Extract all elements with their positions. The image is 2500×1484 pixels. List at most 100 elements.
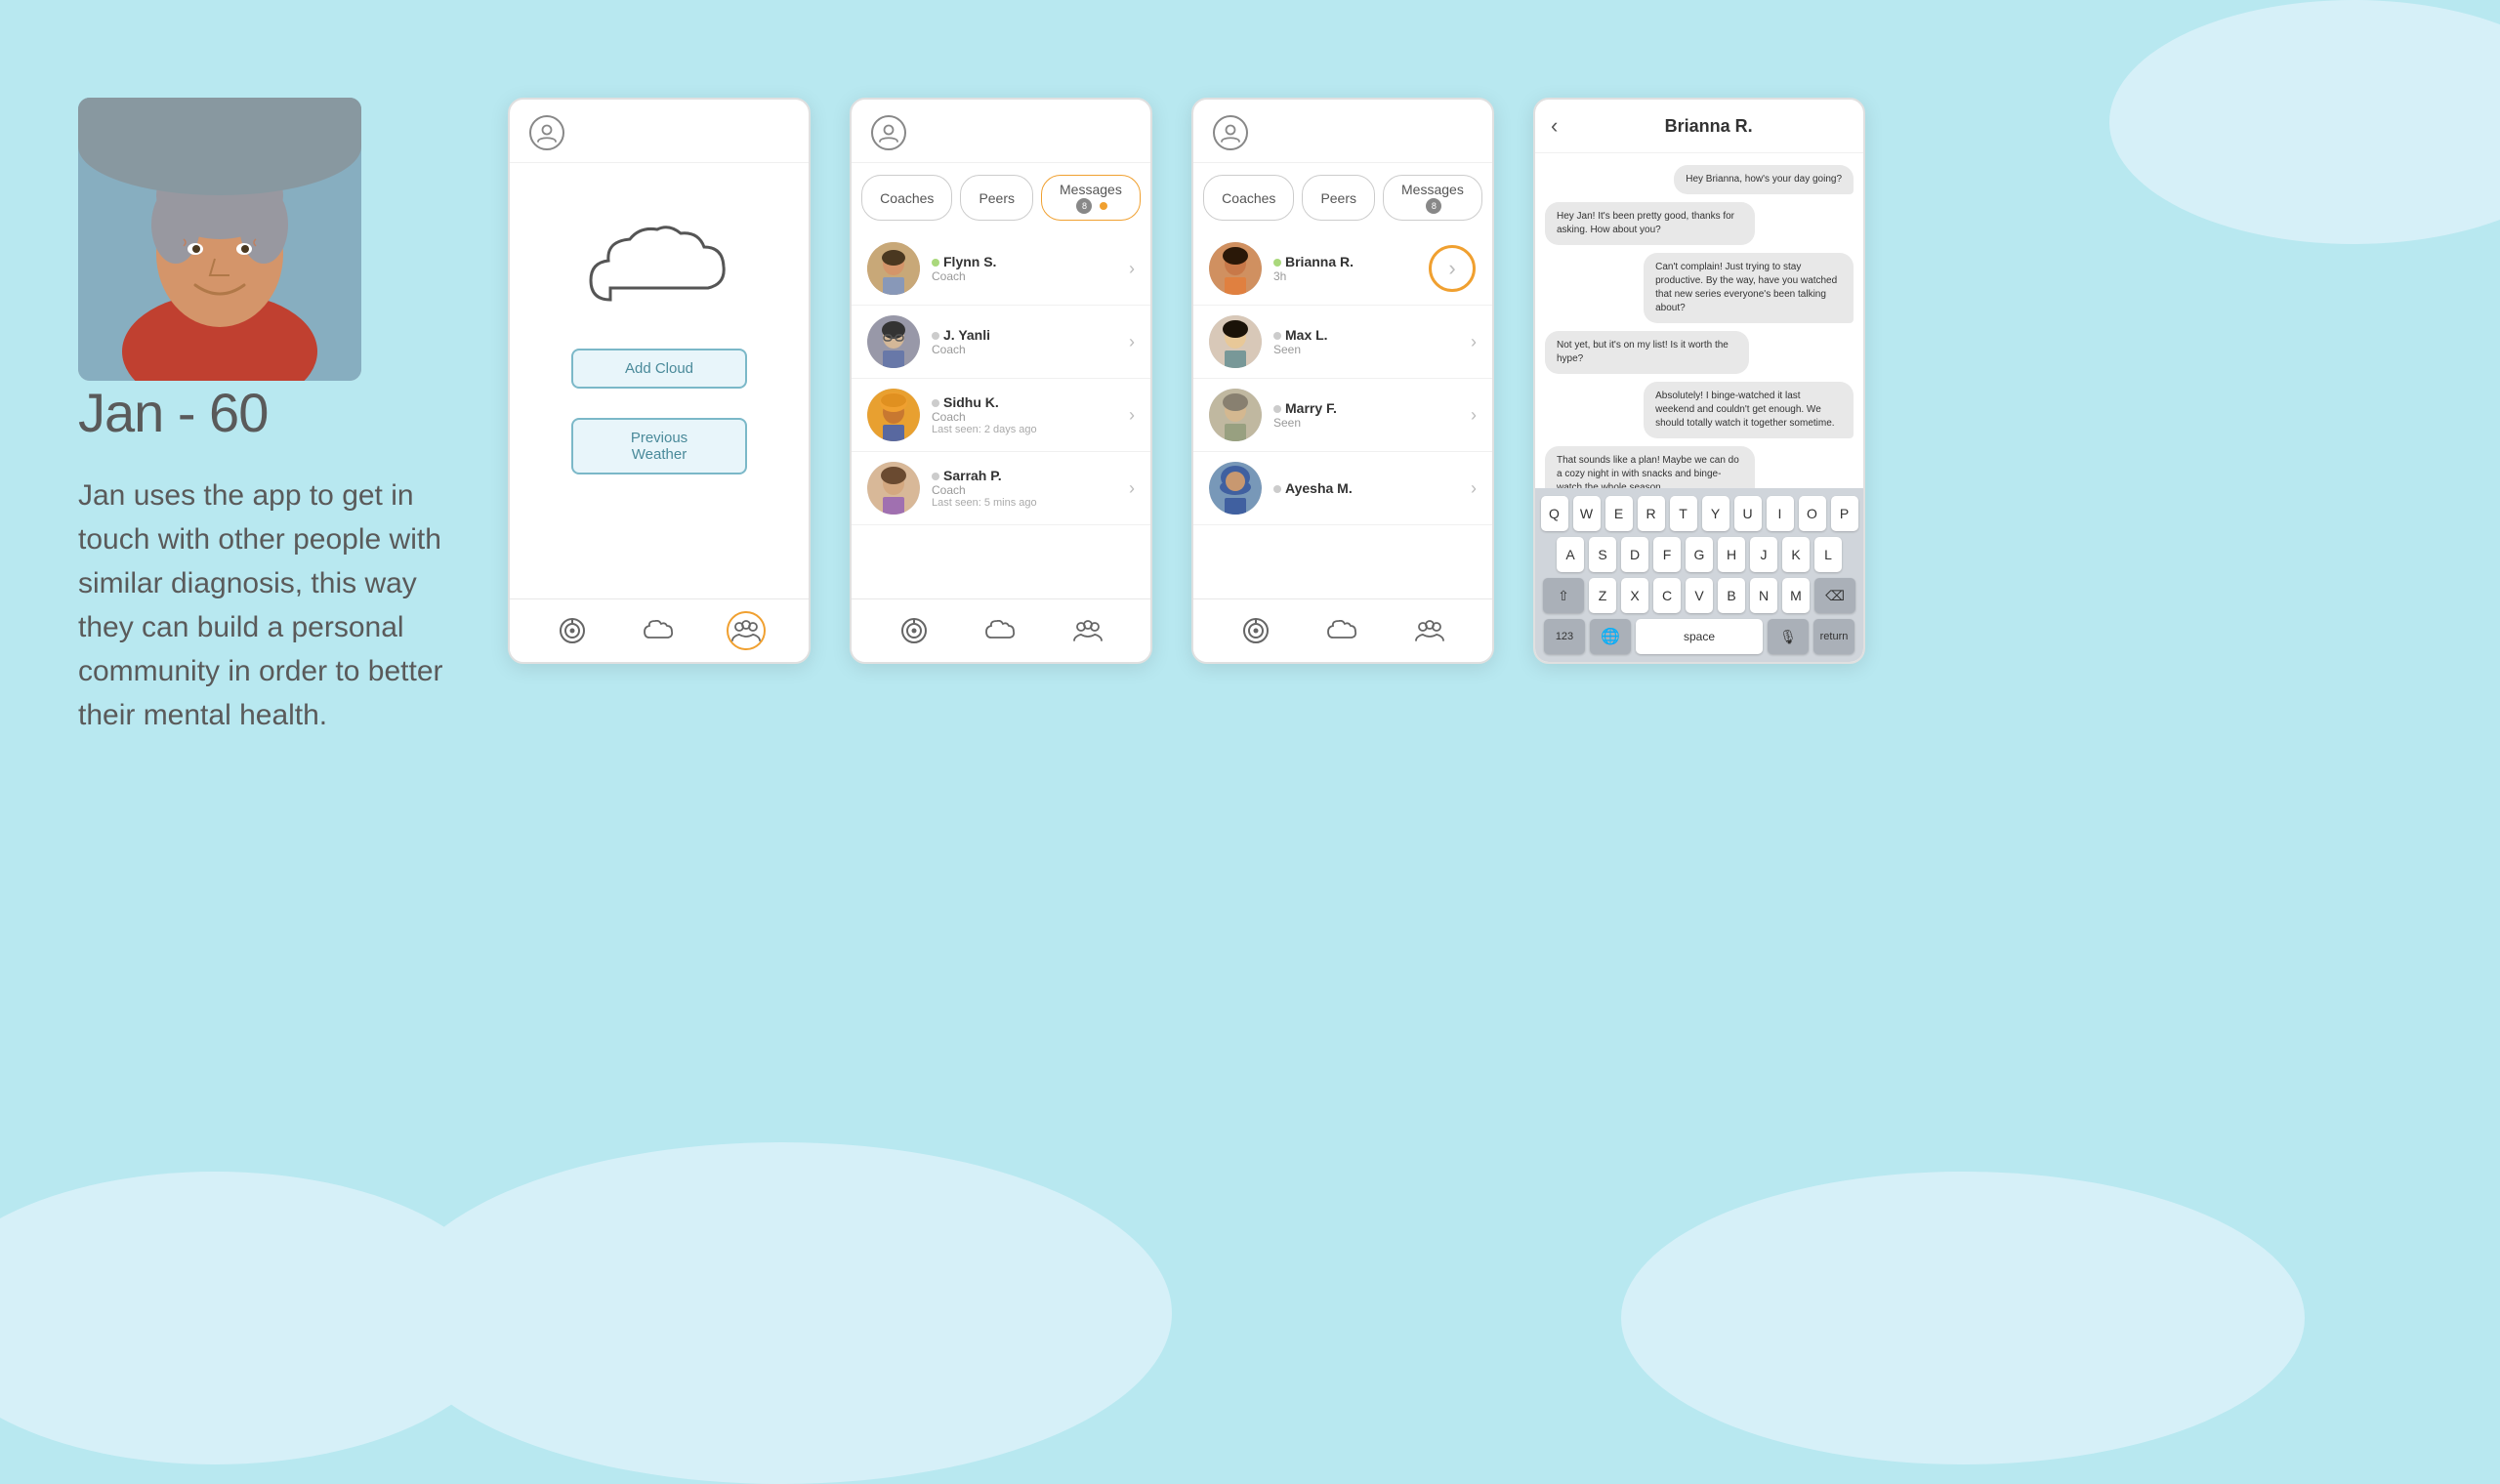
- key-o[interactable]: O: [1799, 496, 1826, 531]
- key-k[interactable]: K: [1782, 537, 1810, 572]
- contact-name-brianna: Brianna R.: [1273, 254, 1416, 269]
- profile-icon-3[interactable]: [1213, 115, 1248, 150]
- key-l[interactable]: L: [1814, 537, 1842, 572]
- keyboard-row-4: 123 🌐 space 🎙 return: [1539, 619, 1859, 654]
- chevron-max: ›: [1471, 332, 1477, 352]
- status-dot-flynn: [932, 259, 939, 267]
- avatar-sarrah: [867, 462, 920, 515]
- key-v[interactable]: V: [1686, 578, 1713, 613]
- msg-2: Hey Jan! It's been pretty good, thanks f…: [1545, 202, 1755, 245]
- key-h[interactable]: H: [1718, 537, 1745, 572]
- phone-4: ‹ Brianna R. Hey Brianna, how's your day…: [1533, 98, 1865, 664]
- key-m[interactable]: M: [1782, 578, 1810, 613]
- persona-photo: [78, 98, 361, 381]
- key-g[interactable]: G: [1686, 537, 1713, 572]
- key-shift[interactable]: ⇧: [1543, 578, 1584, 613]
- phone-1-bottom-nav: [510, 598, 809, 662]
- chat-header: ‹ Brianna R.: [1535, 100, 1863, 153]
- persona-section: Jan - 60 Jan uses the app to get in touc…: [78, 98, 449, 737]
- contact-info-max: Max L. Seen: [1273, 327, 1459, 356]
- community-nav-icon-3[interactable]: [1410, 611, 1449, 650]
- back-button[interactable]: ‹: [1551, 113, 1558, 139]
- key-d[interactable]: D: [1621, 537, 1648, 572]
- previous-weather-button[interactable]: Previous Weather: [571, 418, 747, 474]
- key-123[interactable]: 123: [1544, 619, 1585, 654]
- key-t[interactable]: T: [1670, 496, 1697, 531]
- key-globe[interactable]: 🌐: [1590, 619, 1631, 654]
- contact-role-max: Seen: [1273, 343, 1459, 356]
- contact-role-yanli: Coach: [932, 343, 1117, 356]
- contact-status-sarrah: Last seen: 5 mins ago: [932, 497, 1117, 509]
- key-e[interactable]: E: [1605, 496, 1633, 531]
- key-mic[interactable]: 🎙: [1768, 619, 1809, 654]
- key-f[interactable]: F: [1653, 537, 1681, 572]
- tab-messages-3[interactable]: Messages 8: [1383, 175, 1482, 221]
- cloud-icon-large: [581, 222, 737, 319]
- avatar-ayesha: [1209, 462, 1262, 515]
- contact-item-max[interactable]: Max L. Seen ›: [1193, 306, 1492, 379]
- contact-item-ayesha[interactable]: Ayesha M. ›: [1193, 452, 1492, 525]
- key-w[interactable]: W: [1573, 496, 1601, 531]
- msg-1: Hey Brianna, how's your day going?: [1674, 165, 1854, 194]
- cloud-nav-icon-2[interactable]: [981, 611, 1021, 650]
- tab-coaches-3[interactable]: Coaches: [1203, 175, 1294, 221]
- contact-name-ayesha: Ayesha M.: [1273, 480, 1459, 496]
- chevron-ayesha: ›: [1471, 478, 1477, 499]
- contact-item-flynn[interactable]: Flynn S. Coach ›: [852, 232, 1150, 306]
- phone-3-contact-list: Brianna R. 3h ›: [1193, 232, 1492, 598]
- bg-cloud-3: [1621, 1172, 2305, 1464]
- msg-3: Can't complain! Just trying to stay prod…: [1644, 253, 1854, 323]
- contact-item-sarrah[interactable]: Sarrah P. Coach Last seen: 5 mins ago ›: [852, 452, 1150, 525]
- contact-item-marry[interactable]: Marry F. Seen ›: [1193, 379, 1492, 452]
- key-r[interactable]: R: [1638, 496, 1665, 531]
- add-cloud-button[interactable]: Add Cloud: [571, 349, 747, 389]
- tab-peers-2[interactable]: Peers: [960, 175, 1033, 221]
- key-b[interactable]: B: [1718, 578, 1745, 613]
- phone-2-contact-list: Flynn S. Coach ›: [852, 232, 1150, 598]
- tab-coaches-2[interactable]: Coaches: [861, 175, 952, 221]
- key-p[interactable]: P: [1831, 496, 1858, 531]
- persona-description: Jan uses the app to get in touch with ot…: [78, 474, 449, 737]
- key-i[interactable]: I: [1767, 496, 1794, 531]
- contact-item-yanli[interactable]: J. Yanli Coach ›: [852, 306, 1150, 379]
- contact-info-sidhu: Sidhu K. Coach Last seen: 2 days ago: [932, 394, 1117, 435]
- keyboard: Q W E R T Y U I O P A S D F G H: [1535, 488, 1863, 662]
- contact-info-brianna: Brianna R. 3h: [1273, 254, 1416, 283]
- community-nav-icon-2[interactable]: [1068, 611, 1107, 650]
- key-y[interactable]: Y: [1702, 496, 1729, 531]
- phone-3: Coaches Peers Messages 8: [1191, 98, 1494, 664]
- avatar-flynn: [867, 242, 920, 295]
- cloud-nav-icon-1[interactable]: [640, 611, 679, 650]
- goal-nav-icon-2[interactable]: [895, 611, 934, 650]
- avatar-yanli: [867, 315, 920, 368]
- key-space[interactable]: space: [1636, 619, 1763, 654]
- tab-peers-3[interactable]: Peers: [1302, 175, 1375, 221]
- key-x[interactable]: X: [1621, 578, 1648, 613]
- key-j[interactable]: J: [1750, 537, 1777, 572]
- contact-item-brianna[interactable]: Brianna R. 3h ›: [1193, 232, 1492, 306]
- key-s[interactable]: S: [1589, 537, 1616, 572]
- persona-name: Jan - 60: [78, 381, 449, 444]
- avatar-brianna: [1209, 242, 1262, 295]
- profile-icon-2[interactable]: [871, 115, 906, 150]
- contact-info-sarrah: Sarrah P. Coach Last seen: 5 mins ago: [932, 468, 1117, 509]
- key-n[interactable]: N: [1750, 578, 1777, 613]
- key-return[interactable]: return: [1813, 619, 1854, 654]
- community-nav-icon-1[interactable]: [727, 611, 766, 650]
- tab-messages-2[interactable]: Messages 8: [1041, 175, 1141, 221]
- key-u[interactable]: U: [1734, 496, 1762, 531]
- key-c[interactable]: C: [1653, 578, 1681, 613]
- chevron-marry: ›: [1471, 405, 1477, 426]
- key-q[interactable]: Q: [1541, 496, 1568, 531]
- key-a[interactable]: A: [1557, 537, 1584, 572]
- contact-item-sidhu[interactable]: Sidhu K. Coach Last seen: 2 days ago ›: [852, 379, 1150, 452]
- cloud-nav-icon-3[interactable]: [1323, 611, 1362, 650]
- key-delete[interactable]: ⌫: [1814, 578, 1855, 613]
- status-dot-sarrah: [932, 473, 939, 480]
- goal-nav-icon-3[interactable]: [1236, 611, 1275, 650]
- orange-circle-brianna: [1429, 245, 1476, 292]
- key-z[interactable]: Z: [1589, 578, 1616, 613]
- profile-icon-1[interactable]: [529, 115, 564, 150]
- goal-nav-icon-1[interactable]: [553, 611, 592, 650]
- phone-2: Coaches Peers Messages 8: [850, 98, 1152, 664]
